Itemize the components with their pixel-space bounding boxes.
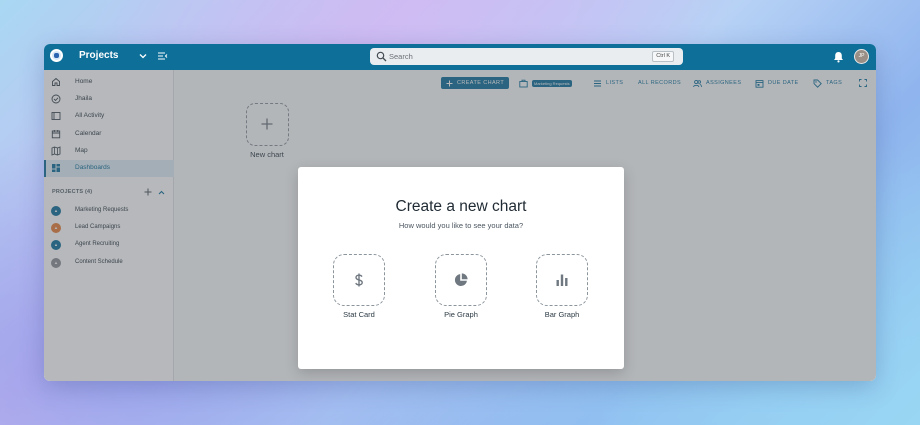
chevron-down-icon[interactable] [138, 51, 148, 61]
collapse-sidebar-icon[interactable] [157, 51, 168, 61]
dialog-title: Create a new chart [395, 198, 527, 215]
workspace-title[interactable]: Projects [79, 50, 118, 61]
bell-icon[interactable] [833, 51, 844, 63]
app-logo[interactable] [50, 49, 63, 62]
bar-graph-option[interactable] [536, 254, 588, 306]
user-avatar[interactable]: JP [854, 49, 869, 64]
search-bar[interactable]: Ctrl K [370, 48, 683, 65]
app-window: Projects Ctrl K JP Home [44, 44, 876, 381]
pie-graph-label: Pie Graph [444, 310, 478, 319]
bar-graph-label: Bar Graph [544, 310, 580, 319]
search-input[interactable] [389, 50, 629, 63]
create-chart-dialog: Create a new chart How would you like to… [298, 167, 624, 369]
pie-chart-icon [454, 273, 468, 287]
search-icon [376, 51, 387, 62]
stat-card-option[interactable] [333, 254, 385, 306]
pie-graph-option[interactable] [435, 254, 487, 306]
stat-card-label: Stat Card [343, 310, 375, 319]
modal-backdrop[interactable]: Create a new chart How would you like to… [44, 70, 876, 381]
search-shortcut-badge: Ctrl K [652, 51, 674, 62]
bar-chart-icon [556, 274, 568, 286]
top-bar: Projects Ctrl K JP [44, 44, 876, 70]
dialog-subtitle: How would you like to see your data? [398, 221, 524, 230]
dollar-icon [355, 273, 363, 287]
